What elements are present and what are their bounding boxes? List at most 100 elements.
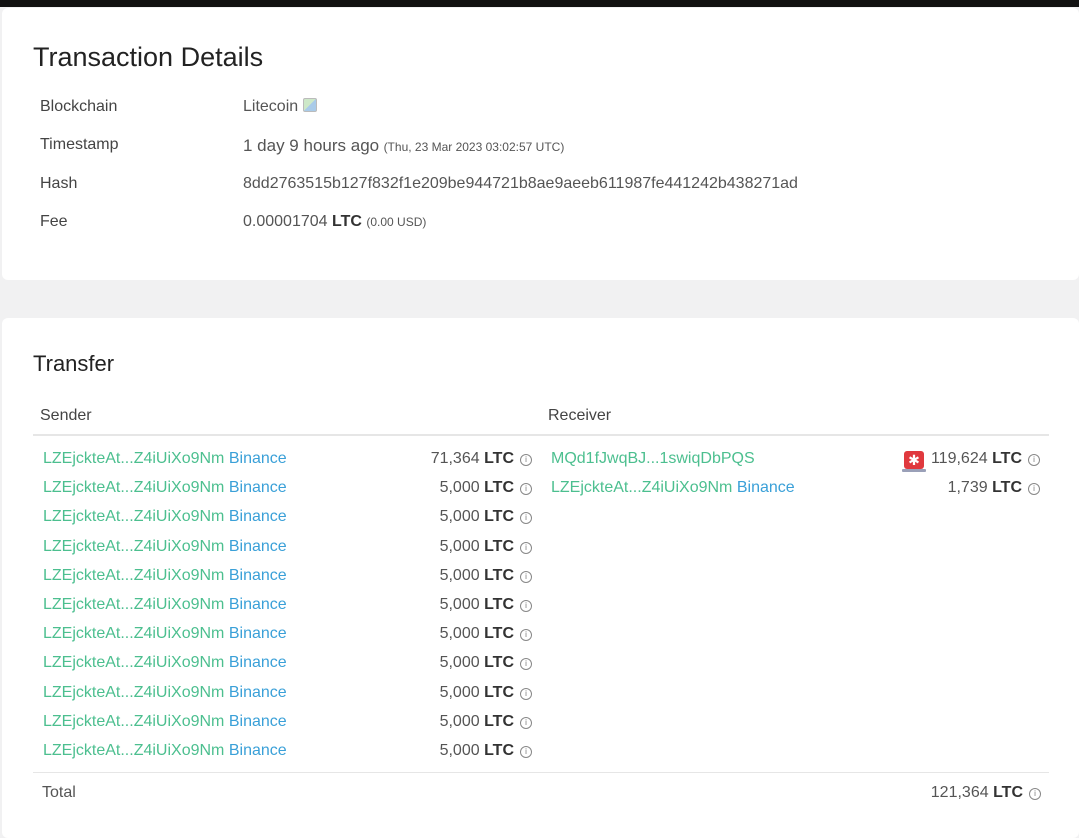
sender-address-link[interactable]: LZEjckteAt...Z4iUiXo9Nm [43, 567, 224, 584]
top-bar [0, 0, 1079, 7]
sender-amount-cell: 5,000 LTC i [440, 538, 532, 556]
receiver-address-link[interactable]: MQd1fJwqBJ...1swiqDbPQS [551, 450, 755, 467]
sender-row: LZEjckteAt...Z4iUiXo9Nm Binance 5,000 LTC… [2, 567, 1079, 589]
sender-address-cell: LZEjckteAt...Z4iUiXo9Nm Binance [43, 567, 287, 585]
info-icon[interactable]: i [1028, 483, 1040, 496]
timestamp-relative: 1 day 9 hours ago [243, 136, 380, 155]
receiver-header: Receiver [548, 407, 612, 424]
receiver-row: MQd1fJwqBJ...1swiqDbPQS ✱ 119,624 LTC i [2, 450, 1079, 472]
total-amount: 121,364 LTC i [931, 784, 1041, 802]
info-icon[interactable]: i [520, 541, 532, 554]
info-icon[interactable]: i [1028, 454, 1040, 466]
sender-amount-unit: LTC [484, 566, 514, 584]
sender-address-link[interactable]: LZEjckteAt...Z4iUiXo9Nm [43, 684, 224, 701]
sender-amount-value: 5,000 [439, 654, 480, 672]
sender-address-cell: LZEjckteAt...Z4iUiXo9Nm Binance [43, 742, 287, 760]
header-divider [33, 434, 1049, 436]
sender-row: LZEjckteAt...Z4iUiXo9Nm Binance 5,000 LTC… [2, 713, 1079, 735]
sender-row: LZEjckteAt...Z4iUiXo9Nm Binance 5,000 LTC… [2, 625, 1079, 647]
sender-tag-link[interactable]: Binance [229, 508, 287, 525]
info-icon[interactable]: i [1029, 788, 1041, 800]
receiver-tag-link[interactable]: Binance [737, 479, 795, 496]
sender-amount-value: 5,000 [439, 625, 480, 643]
blockchain-name: Litecoin [243, 98, 299, 115]
sender-amount-value: 5,000 [439, 508, 480, 526]
blockchain-label: Blockchain [40, 98, 118, 115]
sender-address-link[interactable]: LZEjckteAt...Z4iUiXo9Nm [43, 596, 224, 613]
fee-label: Fee [40, 213, 68, 230]
sender-address-link[interactable]: LZEjckteAt...Z4iUiXo9Nm [43, 742, 224, 759]
info-icon[interactable]: i [520, 629, 532, 642]
sender-tag-link[interactable]: Binance [229, 684, 287, 701]
info-icon[interactable]: i [520, 746, 532, 758]
info-icon[interactable]: i [520, 687, 532, 700]
hash-link[interactable]: 8dd2763515b127f832f1e209be944721b8ae9aee… [243, 175, 798, 193]
sender-tag-link[interactable]: Binance [229, 596, 287, 613]
receiver-amount-value: 119,624 [930, 450, 988, 467]
transaction-details-card: Transaction Details Blockchain Litecoin … [2, 8, 1079, 280]
transaction-details-title: Transaction Details [33, 42, 264, 72]
sender-amount-unit: LTC [484, 537, 514, 555]
hash-label: Hash [40, 175, 78, 192]
receiver-amount-value: 1,739 [947, 479, 988, 497]
fee-usd: (0.00 USD) [366, 215, 427, 229]
receiver-amount-unit: LTC [992, 479, 1022, 497]
fee-unit: LTC [331, 213, 362, 230]
sender-amount-value: 5,000 [439, 712, 480, 730]
timestamp-label: Timestamp [40, 136, 119, 153]
receiver-row: LZEjckteAt...Z4iUiXo9Nm Binance 1,739 LTC… [2, 479, 1079, 501]
sender-amount-cell: 5,000 LTC i [440, 742, 532, 760]
sender-header: Sender [40, 407, 92, 424]
timestamp-absolute: (Thu, 23 Mar 2023 03:02:57 UTC) [383, 140, 565, 154]
sender-amount-unit: LTC [484, 625, 514, 643]
total-value: 121,364 [930, 784, 989, 801]
sender-tag-link[interactable]: Binance [229, 654, 287, 671]
alert-siren-icon: ✱ [901, 451, 926, 472]
receiver-amount-cell: 1,739 LTC i [948, 479, 1040, 497]
sender-amount-unit: LTC [484, 712, 514, 730]
sender-amount-cell: 5,000 LTC i [440, 567, 532, 585]
sender-amount-cell: 5,000 LTC i [440, 596, 532, 614]
sender-address-link[interactable]: LZEjckteAt...Z4iUiXo9Nm [43, 654, 224, 671]
blockchain-value: Litecoin [243, 98, 318, 116]
sender-address-cell: LZEjckteAt...Z4iUiXo9Nm Binance [43, 596, 287, 614]
sender-row: LZEjckteAt...Z4iUiXo9Nm Binance 5,000 LTC… [2, 538, 1079, 560]
info-icon[interactable]: i [520, 512, 532, 525]
transfer-title: Transfer [33, 351, 115, 376]
info-icon[interactable]: i [520, 570, 532, 583]
sender-amount-cell: 5,000 LTC i [440, 713, 532, 731]
sender-row: LZEjckteAt...Z4iUiXo9Nm Binance 5,000 LTC… [2, 742, 1079, 764]
fee-amount: 0.00001704 [243, 213, 328, 230]
receiver-amount-unit: LTC [992, 450, 1022, 467]
sender-address-link[interactable]: LZEjckteAt...Z4iUiXo9Nm [43, 508, 224, 525]
sender-address-link[interactable]: LZEjckteAt...Z4iUiXo9Nm [43, 713, 224, 730]
info-icon[interactable]: i [520, 716, 532, 729]
transfer-card: Transfer Sender Receiver LZEjckteAt...Z4… [2, 318, 1079, 838]
total-label: Total [42, 784, 76, 801]
sender-address-cell: LZEjckteAt...Z4iUiXo9Nm Binance [43, 625, 287, 643]
sender-amount-unit: LTC [484, 596, 514, 613]
sender-address-link[interactable]: LZEjckteAt...Z4iUiXo9Nm [43, 538, 224, 555]
sender-amount-unit: LTC [484, 654, 514, 672]
sender-address-cell: LZEjckteAt...Z4iUiXo9Nm Binance [43, 538, 287, 556]
sender-amount-value: 5,000 [439, 566, 480, 584]
sender-amount-value: 5,000 [439, 537, 480, 555]
info-icon[interactable]: i [520, 600, 532, 612]
sender-tag-link[interactable]: Binance [229, 538, 287, 555]
sender-amount-value: 5,000 [439, 596, 480, 613]
sender-address-link[interactable]: LZEjckteAt...Z4iUiXo9Nm [43, 625, 224, 642]
receiver-address-link[interactable]: LZEjckteAt...Z4iUiXo9Nm [551, 479, 732, 496]
sender-tag-link[interactable]: Binance [229, 742, 287, 759]
sender-address-cell: LZEjckteAt...Z4iUiXo9Nm Binance [43, 684, 287, 702]
sender-row: LZEjckteAt...Z4iUiXo9Nm Binance 5,000 LTC… [2, 654, 1079, 676]
sender-amount-cell: 5,000 LTC i [440, 684, 532, 702]
total-unit: LTC [993, 784, 1023, 801]
sender-tag-link[interactable]: Binance [229, 625, 287, 642]
info-icon[interactable]: i [520, 658, 532, 671]
sender-address-cell: LZEjckteAt...Z4iUiXo9Nm Binance [43, 654, 287, 672]
sender-tag-link[interactable]: Binance [229, 567, 287, 584]
sender-address-cell: LZEjckteAt...Z4iUiXo9Nm Binance [43, 508, 287, 526]
receiver-address-cell: MQd1fJwqBJ...1swiqDbPQS [551, 450, 755, 468]
sender-tag-link[interactable]: Binance [229, 713, 287, 730]
sender-amount-unit: LTC [484, 742, 514, 759]
